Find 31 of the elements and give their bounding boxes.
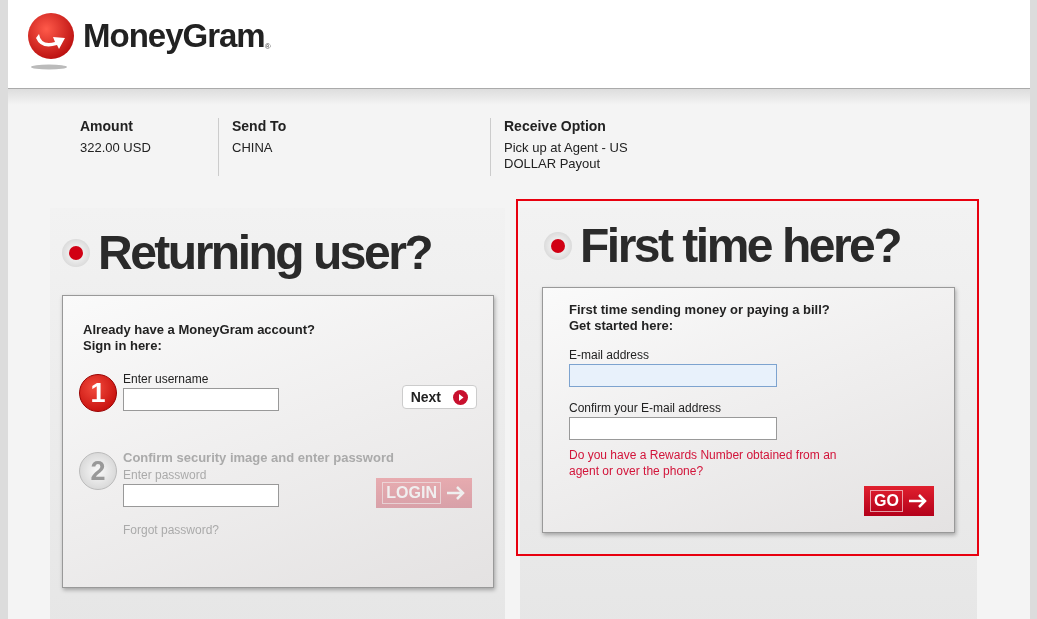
field-label: E-mail address [569, 348, 651, 362]
input-field[interactable] [123, 388, 279, 411]
step-number-icon: 2 [79, 452, 117, 490]
panel-heading: Returning user? [98, 225, 432, 281]
arrow-icon [908, 494, 928, 508]
logo-text: MoneyGram [83, 17, 265, 55]
summary-label: Receive Option [504, 118, 607, 134]
input-field[interactable] [569, 417, 777, 440]
intro-text: First time sending money or paying a bill? Get started here: [569, 302, 831, 334]
go-button[interactable]: GO [864, 486, 934, 516]
input-field[interactable] [569, 364, 777, 387]
summary-value: 322.00 USD [80, 140, 152, 156]
bullet-icon [544, 232, 572, 260]
summary-label: Send To [232, 118, 288, 134]
arrow-icon [446, 486, 466, 500]
rewards-link[interactable]: Do you have a Rewards Number obtained from an agent or over the phone? [569, 447, 869, 479]
panel-heading: First time here? [580, 218, 901, 274]
step-heading: Confirm security image and enter password [123, 450, 395, 465]
logo-icon [25, 12, 77, 70]
summary-label: Amount [80, 118, 134, 134]
field-label: Confirm your E-mail address [569, 401, 723, 415]
summary-value: Pick up at Agent - US DOLLAR Payout [504, 140, 629, 172]
bullet-icon [62, 239, 90, 267]
field-label: Enter password [123, 468, 208, 482]
step-number-icon: 1 [79, 374, 117, 412]
summary-value: CHINA [232, 140, 274, 156]
play-icon [453, 389, 468, 405]
next-button[interactable]: Next [401, 385, 477, 409]
field-label: Enter username [123, 372, 210, 386]
registered-mark: ® [264, 41, 271, 51]
intro-text: Already have a MoneyGram account? Sign in here: [83, 322, 316, 354]
